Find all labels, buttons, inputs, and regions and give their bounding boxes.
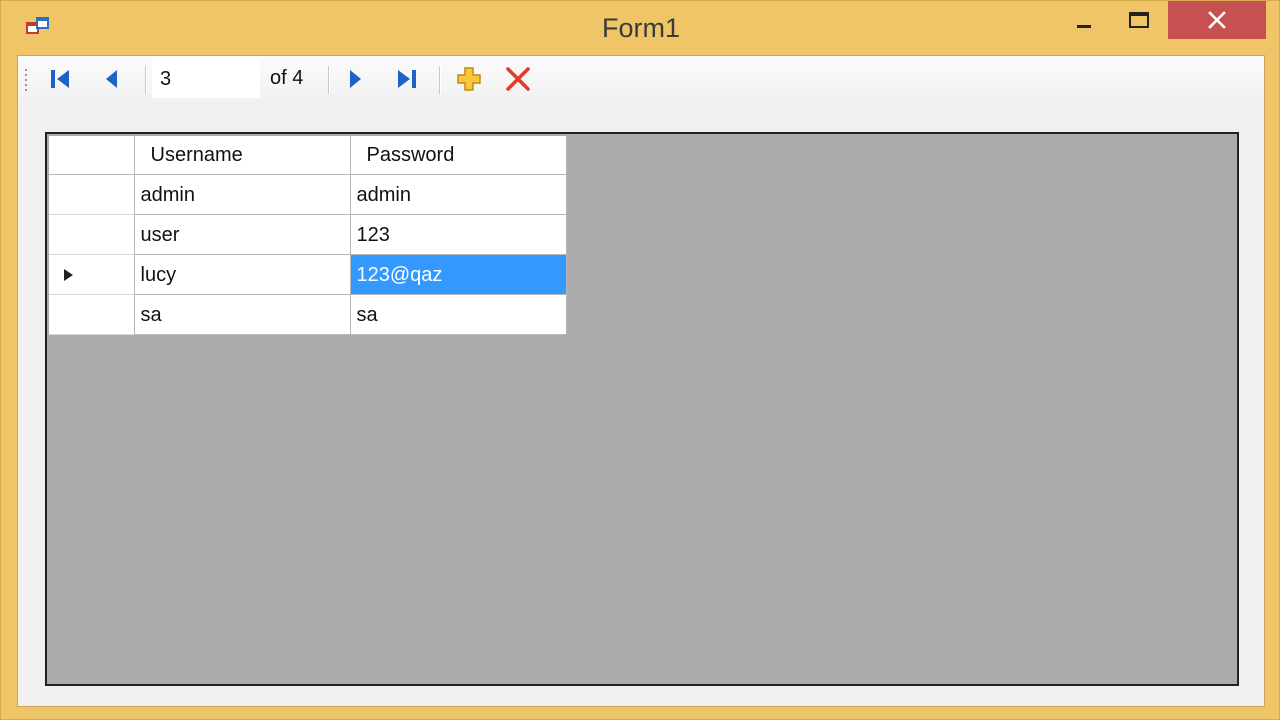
row-header[interactable] [49, 214, 135, 255]
move-next-icon [350, 70, 361, 88]
password-cell-selected[interactable]: 123@qaz [350, 254, 567, 295]
move-next-button[interactable] [340, 64, 370, 94]
toolbar-separator [145, 66, 147, 94]
table-row[interactable]: sa sa [49, 294, 567, 335]
minimize-button[interactable] [1062, 1, 1106, 39]
window-frame: Form1 3 of 4 Username Password admin adm… [0, 0, 1280, 720]
row-header[interactable] [49, 294, 135, 335]
delete-button[interactable] [503, 64, 533, 94]
maximize-icon [1129, 12, 1149, 28]
header-row: Username Password [49, 136, 567, 175]
move-previous-icon [106, 70, 117, 88]
password-cell[interactable]: 123 [350, 214, 567, 255]
column-header-username[interactable]: Username [134, 136, 351, 175]
move-previous-button[interactable] [97, 64, 127, 94]
title-bar[interactable]: Form1 [1, 1, 1280, 55]
form-client-area: of 4 [17, 55, 1265, 707]
password-cell[interactable]: sa [350, 294, 567, 335]
column-header-password[interactable]: Password [350, 136, 567, 175]
close-icon [1208, 11, 1226, 29]
position-input[interactable] [152, 60, 260, 98]
table-row-current[interactable]: lucy 123@qaz [49, 254, 567, 295]
table-row[interactable]: admin admin [49, 174, 567, 215]
username-cell[interactable]: user [134, 214, 351, 255]
username-cell[interactable]: sa [134, 294, 351, 335]
toolbar-separator [328, 66, 330, 94]
move-first-button[interactable] [45, 64, 75, 94]
add-new-button[interactable] [454, 64, 484, 94]
row-header[interactable] [49, 254, 135, 295]
maximize-button[interactable] [1117, 1, 1161, 39]
username-cell[interactable]: admin [134, 174, 351, 215]
toolbar-grip-icon[interactable] [24, 68, 28, 92]
binding-navigator: of 4 [18, 56, 1264, 102]
minimize-icon [1077, 25, 1091, 28]
close-button[interactable] [1168, 1, 1266, 39]
move-last-icon [398, 70, 416, 88]
table-row[interactable]: user 123 [49, 214, 567, 255]
add-icon [457, 67, 481, 91]
row-header[interactable] [49, 174, 135, 215]
data-grid[interactable]: Username Password admin admin user 123 l… [45, 132, 1239, 686]
grid-table: Username Password admin admin user 123 l… [49, 136, 567, 335]
current-row-arrow-icon [64, 269, 73, 281]
delete-icon [506, 67, 530, 91]
username-cell[interactable]: lucy [134, 254, 351, 295]
count-label: of 4 [270, 67, 304, 89]
move-last-button[interactable] [392, 64, 422, 94]
move-first-icon [51, 70, 69, 88]
toolbar-separator [439, 66, 441, 94]
grid-corner-header[interactable] [49, 136, 135, 175]
password-cell[interactable]: admin [350, 174, 567, 215]
